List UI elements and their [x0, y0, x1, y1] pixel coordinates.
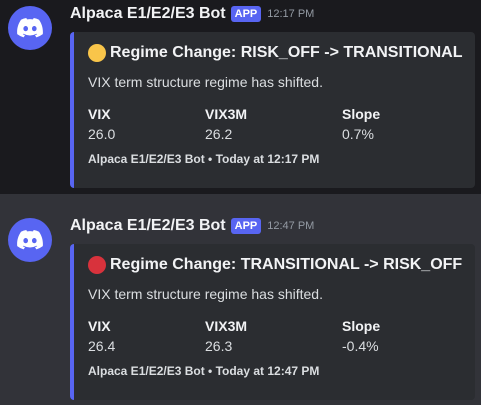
embed-description: VIX term structure regime has shifted. [88, 286, 323, 302]
message: Alpaca E1/E2/E3 Bot APP 12:17 PM Regime … [0, 0, 481, 194]
field-name: VIX [88, 318, 111, 334]
field-value: 26.0 [88, 126, 116, 142]
field-value: 26.4 [88, 338, 116, 354]
discord-logo-icon [17, 18, 43, 38]
author-name[interactable]: Alpaca E1/E2/E3 Bot [70, 5, 226, 23]
field-vix3m: VIX3M 26.2 [205, 105, 325, 143]
bot-avatar[interactable] [8, 6, 52, 50]
discord-logo-icon [17, 230, 43, 250]
embed-title: Regime Change: RISK_OFF -> TRANSITIONAL [88, 44, 462, 62]
field-value: 26.2 [205, 126, 233, 142]
yellow-circle-icon [88, 44, 106, 62]
embed-description: VIX term structure regime has shifted. [88, 74, 323, 90]
app-badge: APP [230, 6, 262, 22]
field-slope: Slope -0.4% [342, 317, 462, 355]
field-vix: VIX 26.0 [88, 105, 208, 143]
field-name: VIX [88, 106, 111, 122]
app-badge: APP [230, 218, 262, 234]
field-name: VIX3M [205, 318, 248, 334]
field-vix: VIX 26.4 [88, 317, 208, 355]
field-value: -0.4% [342, 338, 379, 354]
message-timestamp[interactable]: 12:17 PM [267, 8, 314, 20]
message: Alpaca E1/E2/E3 Bot APP 12:47 PM Regime … [0, 194, 481, 405]
embed-card: Regime Change: TRANSITIONAL -> RISK_OFF … [70, 244, 475, 400]
embed-card: Regime Change: RISK_OFF -> TRANSITIONAL … [70, 32, 475, 188]
field-name: VIX3M [205, 106, 248, 122]
field-value: 0.7% [342, 126, 374, 142]
field-vix3m: VIX3M 26.3 [205, 317, 325, 355]
embed-footer: Alpaca E1/E2/E3 Bot • Today at 12:47 PM [88, 364, 320, 378]
field-value: 26.3 [205, 338, 233, 354]
embed-footer: Alpaca E1/E2/E3 Bot • Today at 12:17 PM [88, 152, 320, 166]
embed-title-text: Regime Change: RISK_OFF -> TRANSITIONAL [110, 44, 463, 61]
bot-avatar[interactable] [8, 218, 52, 262]
field-name: Slope [342, 106, 381, 122]
red-circle-icon [88, 256, 106, 274]
author-name[interactable]: Alpaca E1/E2/E3 Bot [70, 217, 226, 235]
embed-title: Regime Change: TRANSITIONAL -> RISK_OFF [88, 256, 462, 274]
message-header: Alpaca E1/E2/E3 Bot APP 12:47 PM [70, 217, 314, 235]
embed-title-text: Regime Change: TRANSITIONAL -> RISK_OFF [110, 256, 463, 273]
field-name: Slope [342, 318, 381, 334]
message-header: Alpaca E1/E2/E3 Bot APP 12:17 PM [70, 5, 314, 23]
message-timestamp[interactable]: 12:47 PM [267, 220, 314, 232]
field-slope: Slope 0.7% [342, 105, 462, 143]
